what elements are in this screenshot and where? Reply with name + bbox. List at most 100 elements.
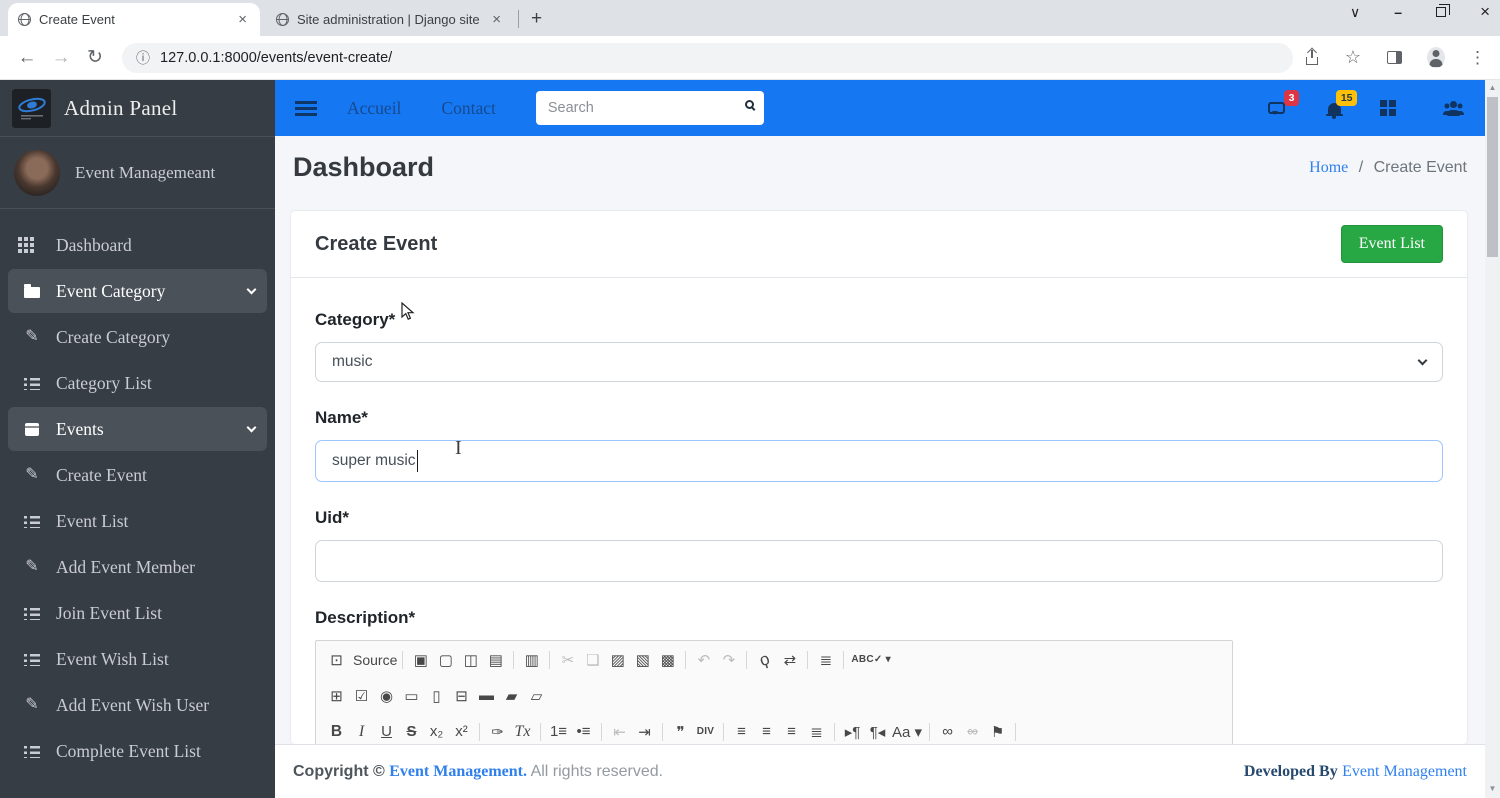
browser-profile-icon[interactable] [1427,47,1445,68]
radio-icon[interactable]: ◉ [374,683,399,708]
paste-word-icon[interactable]: ▩ [655,647,680,672]
rich-text-editor[interactable]: ⊡ Source ▣ ▢ ◫ ▤ ▥ ✂ ❏ ▨ ▧ ▩ ↶ ↷ ϙ ⇄ ≣ ABC✓ ▾ ⊞ ☑ ◉ ▭ ▯ ⊟ ▬ ▰ ▱ B I U… [315,640,1233,744]
site-info-icon[interactable]: ⓘ [136,48,150,68]
form-icon[interactable]: ⊞ [324,683,349,708]
select-all-icon[interactable]: ≣ [813,647,838,672]
search-input[interactable] [535,91,764,125]
sidebar-item-event-category[interactable]: Event Category [8,269,267,313]
users-icon[interactable] [1441,99,1465,117]
sidebar-item-create-category[interactable]: ✎ Create Category [8,315,267,359]
spellcheck-icon[interactable]: ABC✓ ▾ [849,647,893,672]
div-container-button[interactable]: DIV [693,719,718,744]
sidebar-item-event-list[interactable]: Event List [8,499,267,543]
sidebar-item-create-event[interactable]: ✎ Create Event [8,453,267,497]
nav-link-contact[interactable]: Contact [441,98,495,119]
forward-button[interactable]: → [44,47,78,69]
paste-icon[interactable]: ▨ [605,647,630,672]
messages-icon[interactable]: 3 [1267,90,1299,117]
align-right-button[interactable]: ≡ [779,719,804,744]
event-list-button[interactable]: Event List [1340,225,1443,263]
image-button-icon[interactable]: ▰ [499,683,524,708]
tab-search-chevron-icon[interactable]: ∨ [1350,4,1360,21]
templates-icon[interactable]: ▥ [519,647,544,672]
category-select[interactable]: music [315,342,1443,382]
footer-copyright-link[interactable]: Event Management. [389,763,527,780]
page-scrollbar[interactable]: ▲ ▼ [1485,80,1500,798]
unlink-button: ∞ [967,723,978,740]
sidebar-item-add-event-member[interactable]: ✎ Add Event Member [8,545,267,589]
footer-developed-link[interactable]: Event Management [1342,763,1467,780]
breadcrumb-home-link[interactable]: Home [1309,159,1348,176]
save-icon[interactable]: ▣ [408,647,433,672]
name-input[interactable]: super music [315,440,1443,482]
remove-format-button[interactable]: Tx [510,719,535,744]
hidden-field-icon[interactable]: ▱ [524,683,549,708]
bold-button[interactable]: B [324,719,349,744]
notifications-icon[interactable]: 15 [1325,90,1357,119]
sidebar-item-events[interactable]: Events [8,407,267,451]
sidebar-item-add-event-wish-user[interactable]: ✎ Add Event Wish User [8,683,267,727]
side-panel-icon[interactable] [1385,49,1403,67]
textarea-icon[interactable]: ▯ [424,683,449,708]
text-direction-rtl-button[interactable]: ¶◂ [865,719,890,744]
find-icon[interactable]: ϙ [749,644,781,676]
print-icon[interactable]: ▤ [483,647,508,672]
align-left-button[interactable]: ≡ [729,719,754,744]
window-close-button[interactable]: × [1480,2,1490,22]
new-page-icon[interactable]: ▢ [433,647,458,672]
nav-link-accueil[interactable]: Accueil [347,98,401,119]
replace-icon[interactable]: ⇄ [777,647,802,672]
text-direction-ltr-button[interactable]: ▸¶ [840,719,865,744]
bulleted-list-button[interactable]: •≡ [571,719,596,744]
copy-formatting-button[interactable]: ✑ [485,719,510,744]
share-icon[interactable] [1303,49,1321,67]
italic-button[interactable]: I [349,719,374,744]
increase-indent-button[interactable]: ⇥ [632,719,657,744]
user-name[interactable]: Event Managemeant [75,163,215,183]
scrollbar-down-icon[interactable]: ▼ [1489,781,1497,796]
source-button[interactable]: ⊡ [324,647,349,672]
strikethrough-button[interactable]: S [399,719,424,744]
tab-close-icon[interactable]: × [235,11,250,28]
bookmark-star-icon[interactable]: ☆ [1345,47,1361,68]
uid-input[interactable] [315,540,1443,582]
reload-button[interactable]: ↻ [78,46,112,69]
hamburger-menu-icon[interactable] [295,99,319,117]
button-icon[interactable]: ▬ [474,683,499,708]
new-tab-button[interactable]: + [531,8,542,30]
align-center-button[interactable]: ≡ [754,719,779,744]
subscript-button[interactable]: x₂ [424,719,449,744]
brand[interactable]: Admin Panel [0,80,275,137]
underline-button[interactable]: U [374,719,399,744]
sidebar-item-join-event-list[interactable]: Join Event List [8,591,267,635]
language-button[interactable]: Aa ▾ [890,719,924,744]
anchor-button[interactable]: ⚑ [985,719,1010,744]
apps-grid-icon[interactable] [1379,99,1401,117]
scrollbar-up-icon[interactable]: ▲ [1489,80,1497,95]
tab-create-event[interactable]: Create Event × [8,3,260,36]
blockquote-button[interactable]: ❞ [668,719,693,744]
checkbox-icon[interactable]: ☑ [349,683,374,708]
search-icon[interactable] [744,100,754,109]
link-button[interactable]: ∞ [935,719,960,744]
sidebar-item-complete-event-list[interactable]: Complete Event List [8,729,267,773]
text-field-icon[interactable]: ▭ [399,683,424,708]
tab-close-icon[interactable]: × [489,11,504,28]
window-restore-button[interactable] [1436,3,1451,17]
window-minimize-button[interactable]: – [1394,4,1402,20]
align-justify-button[interactable]: ≣ [804,719,829,744]
paste-text-icon[interactable]: ▧ [630,647,655,672]
back-button[interactable]: ← [10,47,44,69]
sidebar-item-dashboard[interactable]: Dashboard [8,223,267,267]
superscript-button[interactable]: x² [449,719,474,744]
tab-django-admin[interactable]: Site administration | Django site × [266,3,514,36]
url-bar[interactable]: ⓘ 127.0.0.1:8000/events/event-create/ [122,42,1293,73]
preview-icon[interactable]: ◫ [458,647,483,672]
browser-menu-icon[interactable]: ⋮ [1469,48,1486,68]
select-field-icon[interactable]: ⊟ [449,683,474,708]
user-avatar[interactable] [14,149,60,196]
numbered-list-button[interactable]: 1≡ [546,719,571,744]
scrollbar-thumb[interactable] [1487,97,1498,257]
sidebar-item-category-list[interactable]: Category List [8,361,267,405]
sidebar-item-event-wish-list[interactable]: Event Wish List [8,637,267,681]
